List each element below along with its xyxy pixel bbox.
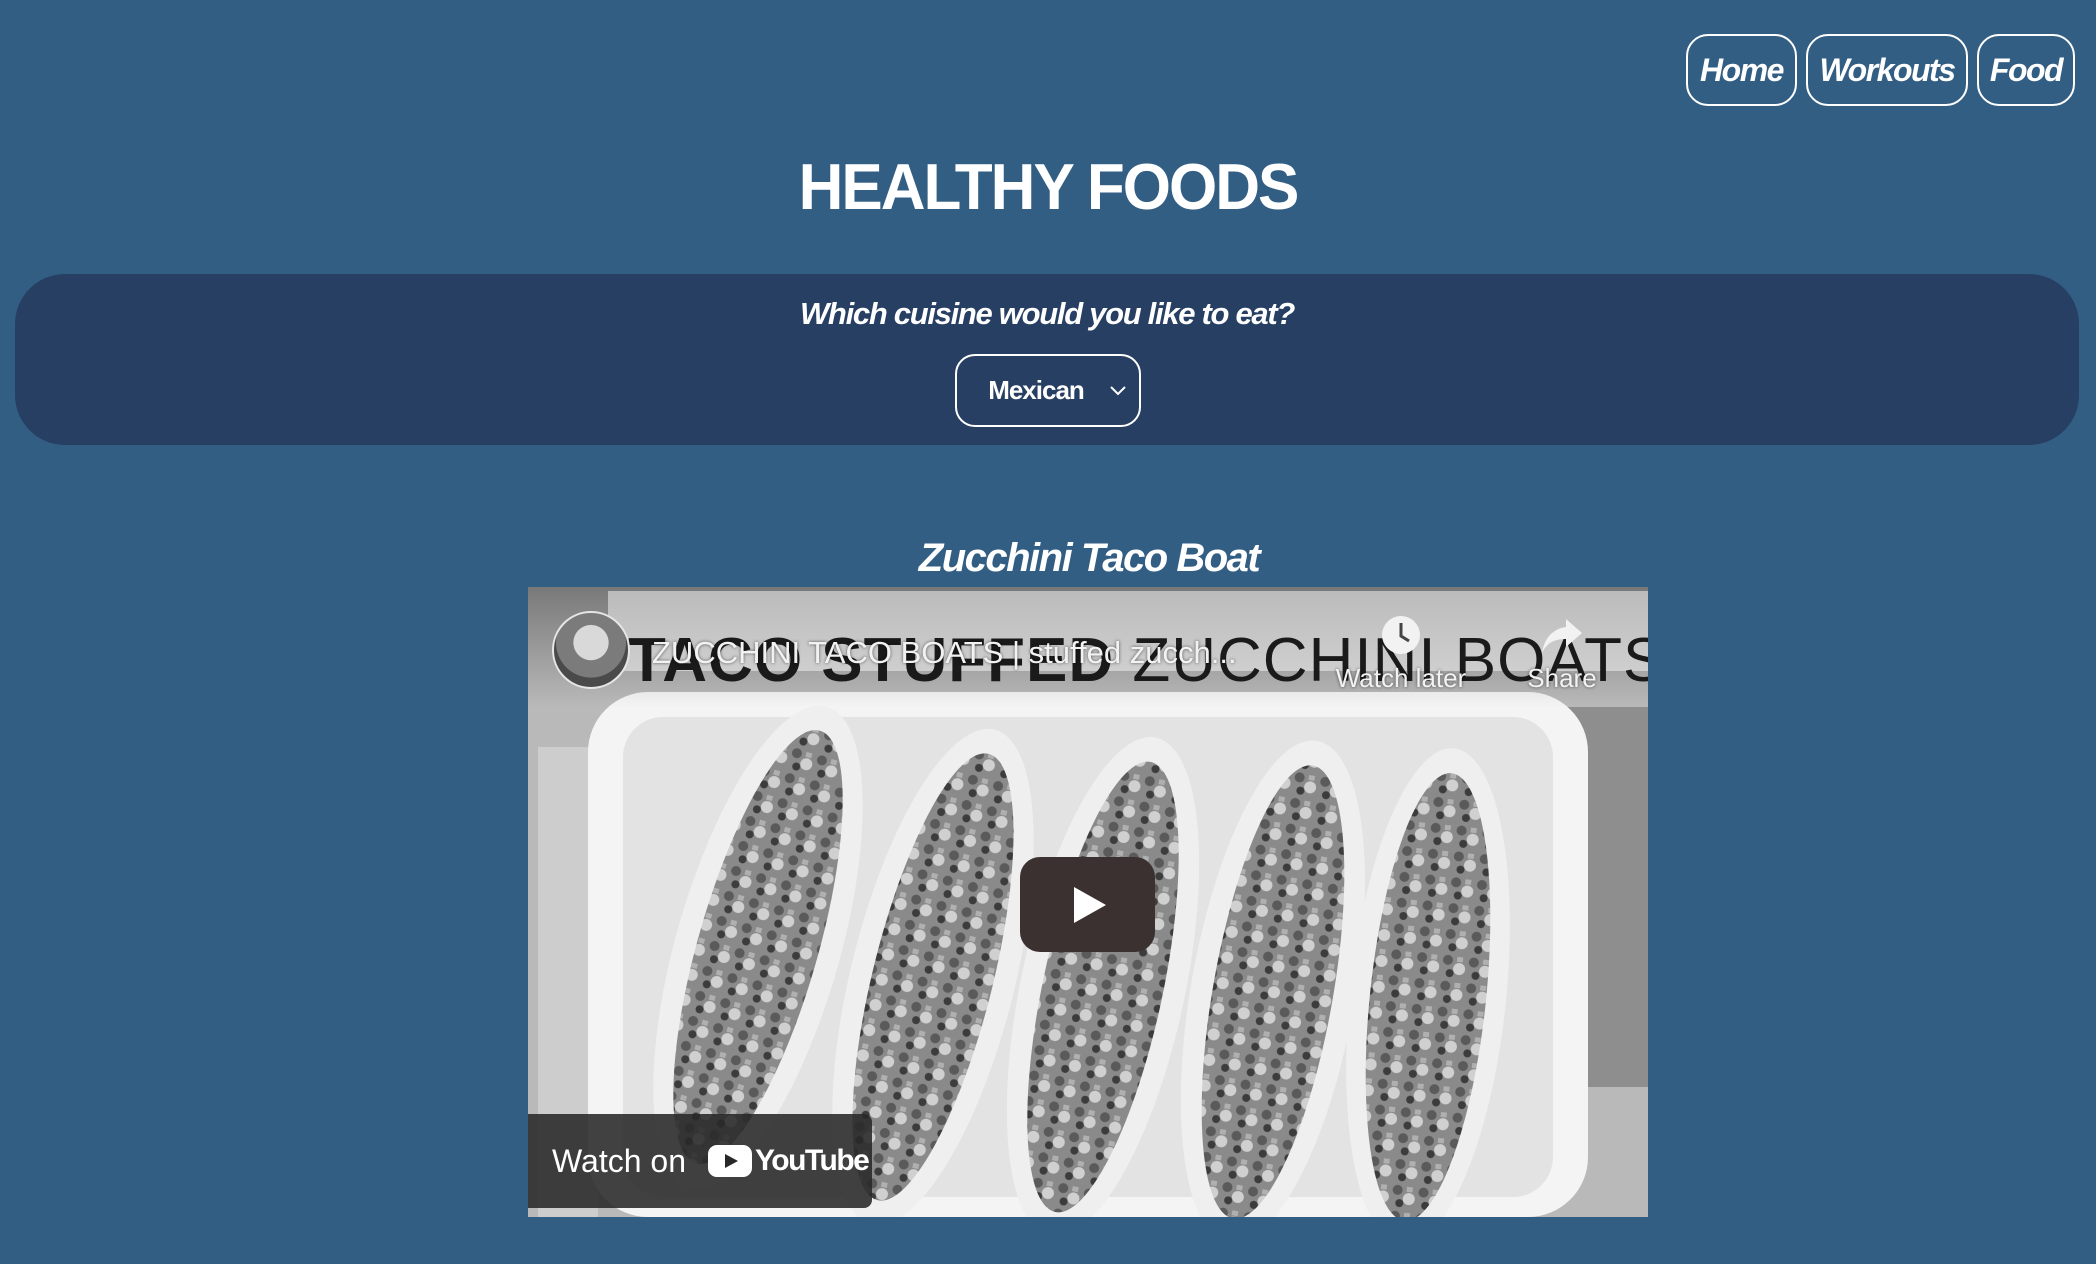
page-title: HEALTHY FOODS [798, 151, 1300, 224]
watch-later-button[interactable]: Watch later [1326, 613, 1476, 694]
share-label: Share [1527, 663, 1597, 693]
cuisine-select-value: Mexican [988, 375, 1085, 405]
play-icon [1073, 886, 1106, 923]
share-button[interactable]: Share [1512, 613, 1612, 694]
nav-home-button[interactable]: Home [1686, 34, 1797, 106]
channel-avatar[interactable] [552, 611, 630, 689]
share-arrow-icon [1542, 619, 1582, 653]
youtube-wordmark: YouTube [754, 1144, 870, 1177]
youtube-play-icon [707, 1145, 752, 1177]
youtube-logo: YouTube [707, 1144, 870, 1178]
cuisine-panel: Which cuisine would you like to eat? Mex… [15, 274, 2079, 445]
cuisine-select[interactable]: Mexican [955, 354, 1141, 427]
cuisine-question: Which cuisine would you like to eat? [799, 296, 1295, 331]
chevron-down-icon [1110, 385, 1126, 395]
watch-later-label: Watch later [1335, 663, 1467, 693]
play-button[interactable] [1020, 857, 1155, 952]
video-embed[interactable]: TACO STUFFED ZUCCHINI BOATS ZUCCHINI TAC… [528, 587, 1648, 1217]
watch-on-youtube-button[interactable]: Watch on YouTube [528, 1114, 872, 1208]
clock-icon [1382, 616, 1420, 654]
recipe-title: Zucchini Taco Boat [918, 536, 1261, 580]
top-nav: Home Workouts Food [1686, 34, 2075, 106]
video-title[interactable]: ZUCCHINI TACO BOATS | stuffed zucch... [652, 635, 1237, 671]
nav-food-button[interactable]: Food [1977, 34, 2075, 106]
page: Home Workouts Food HEALTHY FOODS Which c… [0, 0, 2096, 1264]
watch-on-label: Watch on [552, 1142, 686, 1179]
nav-workouts-button[interactable]: Workouts [1806, 34, 1968, 106]
